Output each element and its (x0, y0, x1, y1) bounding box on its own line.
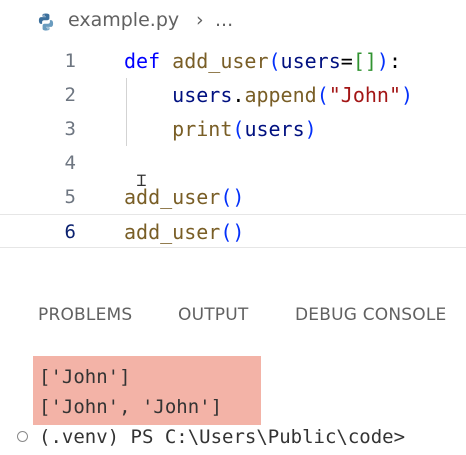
code-line: 4 (0, 146, 466, 180)
terminal-prompt: (.venv) PS C:\Users\Public\code> (39, 426, 406, 448)
line-number: 4 (64, 152, 76, 174)
code-text: def add_user(users=[]): (124, 49, 401, 73)
line-number: 6 (64, 221, 76, 243)
breadcrumb: example.py › ... (0, 0, 466, 44)
terminal-output-line: ['John', 'John'] (39, 396, 223, 418)
line-number: 1 (64, 50, 76, 72)
command-status-icon[interactable] (17, 431, 28, 442)
code-line: 3 print(users) (0, 112, 466, 146)
line-number: 2 (64, 84, 76, 106)
line-number: 3 (64, 118, 76, 140)
chevron-right-icon: › (196, 9, 204, 31)
terminal[interactable]: ['John'] ['John', 'John'] (.venv) PS C:\… (0, 352, 466, 455)
panel-tabs: PROBLEMS OUTPUT DEBUG CONSOLE (0, 300, 466, 334)
code-text: users.append("John") (172, 83, 414, 107)
tab-output[interactable]: OUTPUT (178, 305, 249, 325)
code-text: add_user() (124, 220, 245, 244)
code-text: print(users) (172, 117, 317, 141)
text-cursor-icon: Ɪ (137, 171, 146, 190)
python-file-icon (36, 12, 56, 32)
breadcrumb-file[interactable]: example.py (68, 9, 179, 31)
terminal-output-line: ['John'] (39, 366, 131, 388)
breadcrumb-more[interactable]: ... (215, 9, 233, 31)
tab-problems[interactable]: PROBLEMS (38, 305, 132, 325)
code-line-current: 6 add_user() (0, 214, 466, 248)
code-line: 5 add_user() (0, 180, 466, 214)
code-line: 2 users.append("John") (0, 78, 466, 112)
code-line: 1 def add_user(users=[]): (0, 44, 466, 78)
code-editor[interactable]: 1 def add_user(users=[]): 2 users.append… (0, 44, 466, 282)
tab-debug-console[interactable]: DEBUG CONSOLE (295, 305, 446, 325)
line-number: 5 (64, 186, 76, 208)
